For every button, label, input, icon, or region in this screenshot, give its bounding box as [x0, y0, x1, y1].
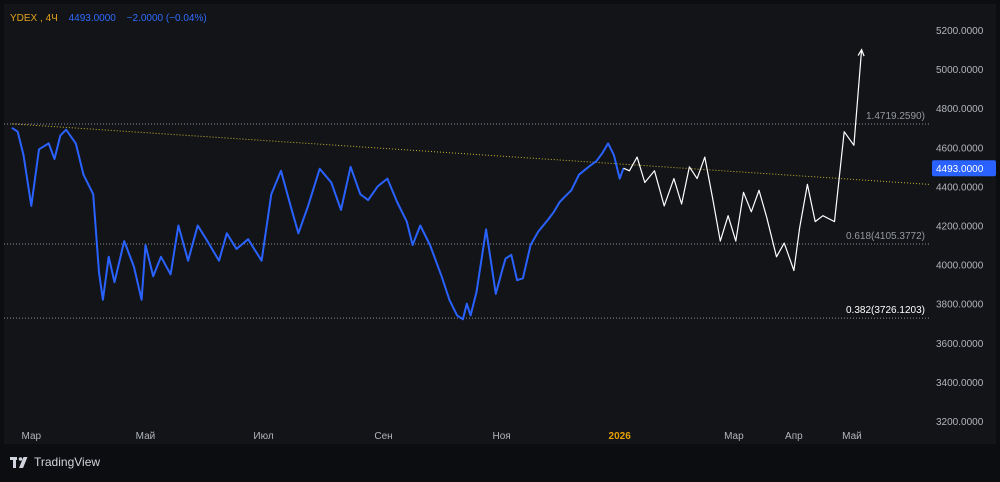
price-tick-label: 5000.0000 [936, 65, 984, 76]
brand-label: TradingView [34, 455, 101, 469]
price-tick-label: 3200.0000 [936, 417, 984, 428]
time-tick-label: Июл [253, 431, 273, 442]
time-tick-label: Апр [785, 431, 803, 442]
price-tick-label: 3600.0000 [936, 339, 984, 350]
time-tick-label: Мар [22, 431, 42, 442]
last-price-tag-label: 4493.0000 [936, 164, 984, 175]
price-tick-label: 5200.0000 [936, 26, 984, 37]
price-tick-label: 3400.0000 [936, 378, 984, 389]
time-tick-label: Май [136, 431, 156, 442]
price-tick-label: 4400.0000 [936, 182, 984, 193]
timeframe-label: 4Ч [46, 13, 58, 24]
time-tick-label: Май [842, 431, 862, 442]
fib-level-label: 1.4719.2590) [866, 111, 925, 122]
change-label: −2.0000 (−0.04%) [127, 13, 207, 24]
price-tick-label: 4200.0000 [936, 222, 984, 233]
time-tick-label: Мар [724, 431, 744, 442]
fib-level-label: 0.382(3726.1203) [846, 305, 925, 316]
price-tick-label: 3800.0000 [936, 300, 984, 311]
price-chart[interactable]: 1.4719.2590) 0.618(4105.3772) 0.382(3726.1… [0, 0, 1000, 477]
price-label: 4493.0000 [69, 13, 117, 24]
tradingview-logo-icon [10, 456, 28, 468]
price-tick-label: 4600.0000 [936, 143, 984, 154]
time-tick-label: Сен [374, 431, 392, 442]
price-tick-label: 4800.0000 [936, 104, 984, 115]
plot-area[interactable] [4, 4, 930, 444]
price-tick-label: 4000.0000 [936, 261, 984, 272]
header-legend[interactable]: YDEX , 4Ч 4493.0000 −2.0000 (−0.04%) [10, 13, 207, 24]
time-tick-label: Ноя [493, 431, 511, 442]
last-price-tag: 4493.0000 [932, 160, 996, 177]
footer-brand[interactable]: TradingView [10, 452, 100, 472]
symbol-label[interactable]: YDEX [10, 13, 38, 24]
chart-frame[interactable]: 1.4719.2590) 0.618(4105.3772) 0.382(3726.1… [0, 0, 1000, 477]
fib-level-label: 0.618(4105.3772) [846, 231, 925, 242]
time-tick-label: 2026 [609, 431, 632, 442]
